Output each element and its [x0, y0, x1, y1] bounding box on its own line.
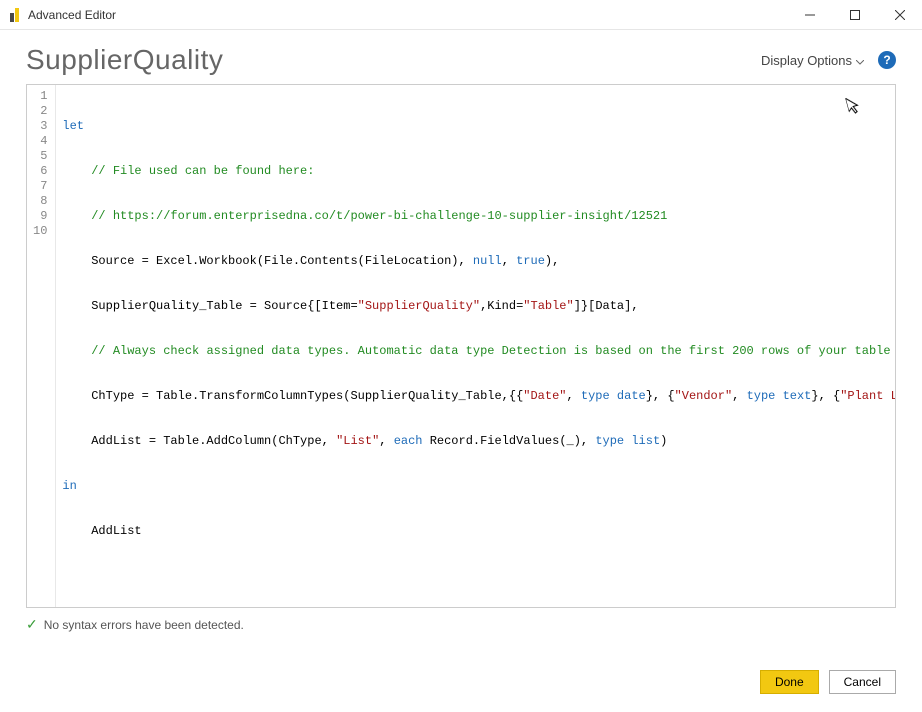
- header: SupplierQuality Display Options ?: [0, 30, 922, 84]
- titlebar: Advanced Editor: [0, 0, 922, 30]
- window-title: Advanced Editor: [28, 8, 116, 22]
- minimize-icon: [805, 10, 815, 20]
- cancel-button[interactable]: Cancel: [829, 670, 896, 694]
- close-icon: [895, 10, 905, 20]
- chevron-down-icon: [856, 53, 864, 68]
- checkmark-icon: ✓: [26, 616, 38, 633]
- code-content[interactable]: let // File used can be found here: // h…: [56, 85, 895, 607]
- window-controls: [787, 0, 922, 30]
- display-options-dropdown[interactable]: Display Options: [761, 53, 864, 68]
- done-button[interactable]: Done: [760, 670, 819, 694]
- app-icon: [8, 8, 22, 22]
- display-options-label: Display Options: [761, 53, 852, 68]
- close-button[interactable]: [877, 0, 922, 30]
- minimize-button[interactable]: [787, 0, 832, 30]
- maximize-icon: [850, 10, 860, 20]
- query-name: SupplierQuality: [26, 44, 223, 76]
- question-icon: ?: [883, 53, 890, 67]
- line-gutter: 12345678910: [27, 85, 56, 607]
- help-button[interactable]: ?: [878, 51, 896, 69]
- code-editor[interactable]: 12345678910 let // File used can be foun…: [26, 84, 896, 608]
- maximize-button[interactable]: [832, 0, 877, 30]
- footer-buttons: Done Cancel: [760, 670, 896, 694]
- status-bar: ✓ No syntax errors have been detected.: [0, 608, 922, 633]
- status-message: No syntax errors have been detected.: [44, 618, 244, 632]
